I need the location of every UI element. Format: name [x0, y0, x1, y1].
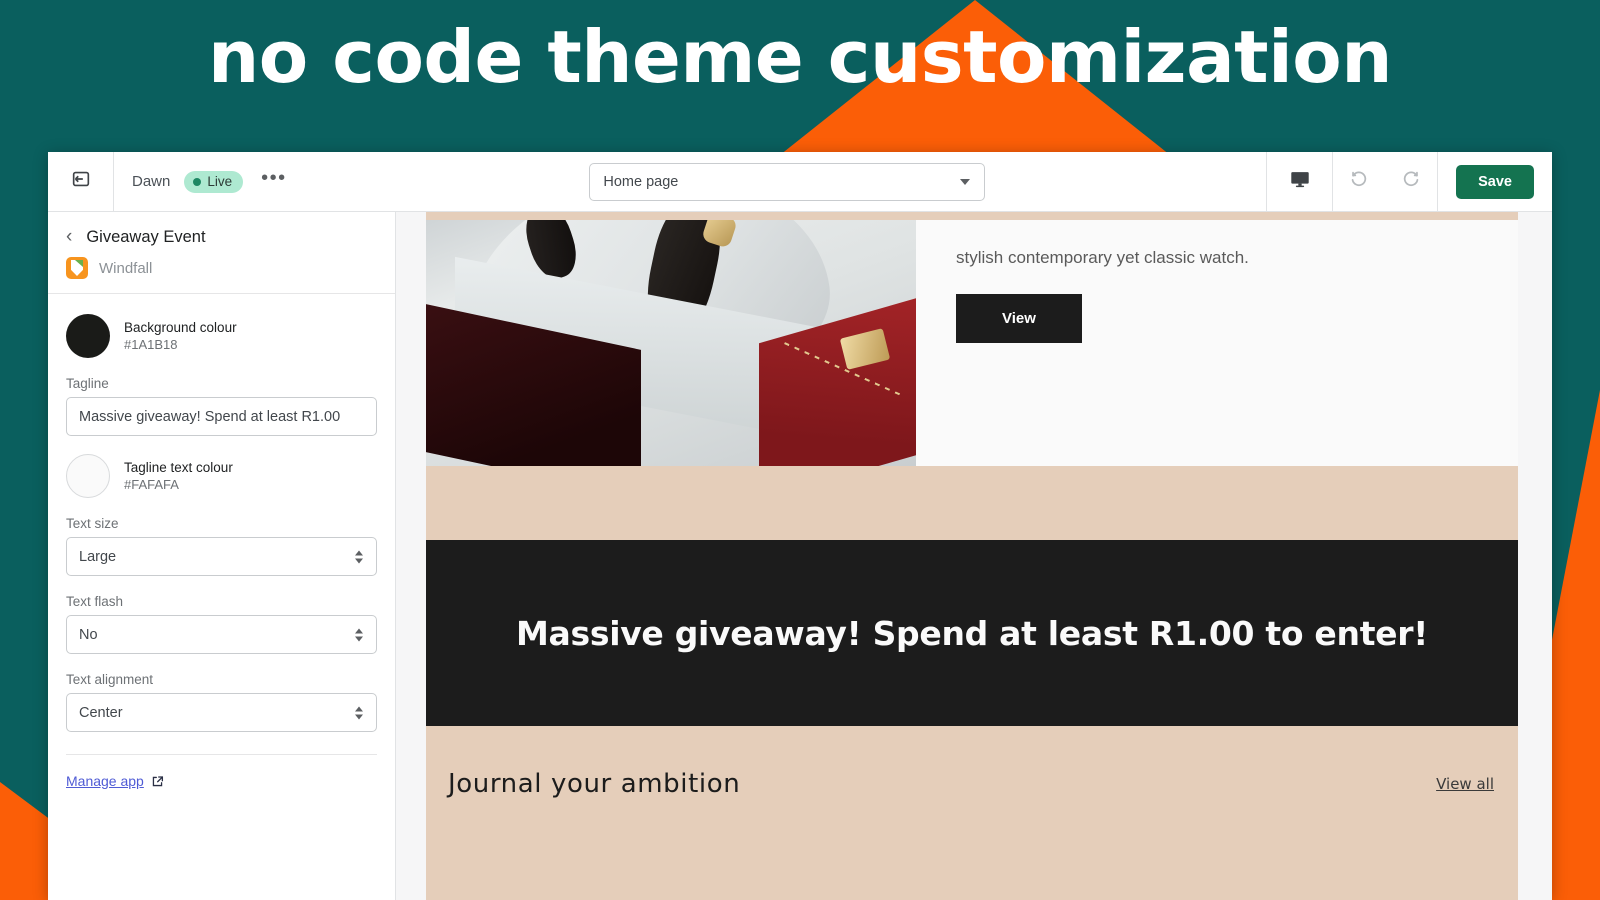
- device-preview-button[interactable]: [1266, 152, 1332, 211]
- manage-app-row: Manage app: [66, 755, 377, 789]
- page-title: Giveaway Event: [86, 228, 206, 246]
- giveaway-banner: Massive giveaway! Spend at least R1.00 t…: [426, 540, 1518, 726]
- text-flash-field: Text flash No: [66, 594, 377, 654]
- select-arrows-icon: [355, 550, 363, 563]
- history-button-group: [1332, 152, 1437, 211]
- view-product-button[interactable]: View: [956, 294, 1082, 343]
- more-options-button[interactable]: •••: [257, 168, 291, 190]
- exit-editor-button[interactable]: [48, 152, 114, 211]
- page-selector[interactable]: Home page: [589, 162, 986, 201]
- preview-pane: stylish contemporary yet classic watch. …: [396, 212, 1552, 900]
- theme-editor-window: Dawn Live ••• Home page Save ‹ Giveaway …: [48, 152, 1552, 900]
- journal-view-all-link[interactable]: View all: [1436, 775, 1494, 793]
- external-link-icon: [151, 775, 164, 788]
- toolbar-actions: Save: [1266, 152, 1552, 211]
- background-colour-label: Background colour: [124, 320, 237, 335]
- storefront-preview: stylish contemporary yet classic watch. …: [426, 212, 1518, 900]
- select-arrows-icon: [355, 706, 363, 719]
- text-flash-value: No: [79, 626, 98, 643]
- text-flash-select[interactable]: No: [66, 615, 377, 654]
- promo-headline: no code theme customization: [208, 15, 1393, 99]
- undo-button[interactable]: [1333, 152, 1385, 211]
- journal-section: Journal your ambition View all: [426, 726, 1518, 842]
- windfall-app-icon: [66, 257, 88, 279]
- hero-text-block: stylish contemporary yet classic watch. …: [916, 220, 1518, 466]
- select-arrows-icon: [355, 628, 363, 641]
- text-size-value: Large: [79, 548, 117, 565]
- live-dot-icon: [193, 177, 202, 186]
- sidebar-header[interactable]: ‹ Giveaway Event: [48, 212, 395, 253]
- exit-editor-icon: [70, 168, 92, 195]
- chevron-left-icon[interactable]: ‹: [66, 227, 72, 247]
- app-attribution-row: Windfall: [48, 253, 395, 294]
- undo-icon: [1348, 168, 1370, 195]
- background-colour-field[interactable]: Background colour #1A1B18: [66, 314, 377, 358]
- redo-icon: [1400, 168, 1422, 195]
- desktop-view-icon: [1289, 168, 1311, 195]
- hero-description: stylish contemporary yet classic watch.: [956, 248, 1249, 267]
- journal-section-title: Journal your ambition: [448, 769, 741, 799]
- chevron-down-icon: [960, 178, 971, 185]
- theme-info-group: Dawn Live •••: [114, 152, 309, 211]
- settings-sidebar: ‹ Giveaway Event Windfall Background col…: [48, 212, 396, 900]
- text-size-select[interactable]: Large: [66, 537, 377, 576]
- promo-stage: no code theme customization Dawn Live ••…: [0, 0, 1600, 900]
- text-size-field: Text size Large: [66, 516, 377, 576]
- text-size-label: Text size: [66, 516, 119, 531]
- text-alignment-select[interactable]: Center: [66, 693, 377, 732]
- tagline-text-colour-label: Tagline text colour: [124, 460, 233, 475]
- background-colour-swatch[interactable]: [66, 314, 110, 358]
- tagline-text-colour-swatch[interactable]: [66, 454, 110, 498]
- text-flash-label: Text flash: [66, 594, 124, 609]
- hero-product-section: stylish contemporary yet classic watch. …: [426, 220, 1518, 466]
- page-selector-area: Home page: [309, 152, 1266, 211]
- redo-button[interactable]: [1385, 152, 1437, 211]
- editor-toolbar: Dawn Live ••• Home page Save: [48, 152, 1552, 212]
- text-alignment-value: Center: [79, 704, 123, 721]
- giveaway-banner-text: Massive giveaway! Spend at least R1.00 t…: [516, 613, 1428, 653]
- page-selector-value: Home page: [603, 173, 679, 190]
- editor-body: ‹ Giveaway Event Windfall Background col…: [48, 212, 1552, 900]
- save-area: Save: [1437, 152, 1552, 211]
- status-badge-label: Live: [207, 173, 233, 189]
- status-badge: Live: [184, 170, 244, 193]
- manage-app-link[interactable]: Manage app: [66, 773, 144, 789]
- save-button[interactable]: Save: [1456, 164, 1534, 199]
- app-name-label: Windfall: [99, 259, 153, 277]
- background-colour-value: #1A1B18: [124, 337, 178, 352]
- watch-in-red-presentation-box-image: [426, 220, 916, 466]
- tagline-field: Tagline Massive giveaway! Spend at least…: [66, 376, 377, 436]
- settings-list: Background colour #1A1B18 Tagline Massiv…: [48, 294, 395, 900]
- text-alignment-label: Text alignment: [66, 672, 154, 687]
- tagline-text-colour-value: #FAFAFA: [124, 477, 179, 492]
- tagline-text-colour-field[interactable]: Tagline text colour #FAFAFA: [66, 454, 377, 498]
- text-alignment-field: Text alignment Center: [66, 672, 377, 732]
- tagline-input[interactable]: Massive giveaway! Spend at least R1.00: [66, 397, 377, 436]
- tagline-label: Tagline: [66, 376, 109, 391]
- theme-name: Dawn: [132, 173, 171, 190]
